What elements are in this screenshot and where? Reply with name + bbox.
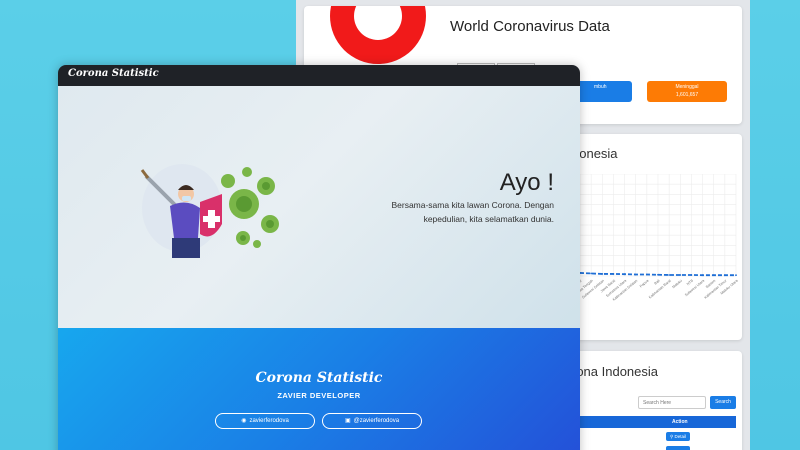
footer-subtitle: ZAVIER DEVELOPER	[277, 391, 361, 400]
x-tick-label: NTB	[686, 278, 695, 286]
hero-illustration	[140, 164, 279, 258]
x-tick-label: Maluku	[671, 279, 682, 290]
virus-icon	[221, 167, 279, 248]
data-point	[645, 273, 648, 276]
data-point	[623, 273, 626, 276]
deaths-label: Meninggal	[675, 84, 699, 90]
hero-title: Ayo !	[499, 169, 554, 196]
data-point	[679, 274, 682, 276]
instagram-link[interactable]: ▣ @zavierferodova	[322, 413, 422, 429]
detail-button[interactable]	[666, 446, 690, 450]
search-input[interactable]: Search Here	[638, 396, 706, 409]
search-icon: ⚲	[669, 434, 674, 439]
data-point	[723, 274, 726, 277]
search-button[interactable]: Search	[710, 396, 736, 409]
github-icon: ◉	[241, 418, 247, 424]
hero-line-1: Bersama-sama kita lawan Corona. Dengan	[391, 200, 554, 210]
data-point	[590, 272, 593, 275]
footer-brand: Corona Statistic	[255, 370, 383, 386]
data-point	[601, 273, 604, 275]
world-donut-chart	[330, 6, 426, 64]
instagram-icon: ▣	[344, 418, 351, 424]
x-tick-label: Papua	[639, 279, 650, 289]
instagram-label: @zavierferodova	[353, 418, 400, 424]
data-point	[668, 274, 671, 276]
action-header: Action	[672, 419, 688, 425]
data-point	[701, 274, 704, 277]
data-point	[690, 274, 693, 276]
footer: Corona Statistic ZAVIER DEVELOPER ◉ zavie…	[58, 328, 580, 450]
hero-section: Ayo ! Bersama-sama kita lawan Corona. De…	[58, 86, 580, 328]
deaths-stat-button[interactable]: Meninggal 1,601,657	[647, 81, 727, 102]
navbar-brand[interactable]: Corona Statistic	[68, 68, 159, 79]
deaths-value: 1,601,657	[675, 91, 699, 98]
world-data-title: World Coronavirus Data	[450, 18, 610, 35]
hero-description: Bersama-sama kita lawan Corona. Dengan k…	[364, 198, 554, 226]
detail-button[interactable]: ⚲ Detail	[666, 432, 690, 441]
table-card-title: rona Indonesia	[572, 364, 659, 379]
data-point	[712, 274, 715, 277]
navbar: Corona Statistic	[58, 65, 580, 86]
data-point	[634, 273, 637, 276]
data-point	[735, 274, 737, 277]
x-tick-label: Bali	[653, 279, 660, 286]
detail-label: Detail	[674, 434, 687, 439]
github-link[interactable]: ◉ zavierferodova	[215, 413, 315, 429]
github-label: zavierferodova	[249, 418, 289, 424]
data-point	[612, 273, 615, 275]
main-window: Corona Statistic Ayo ! Bersama-sama kita…	[58, 65, 580, 450]
data-point	[657, 273, 659, 276]
hero-line-2: kepedulian, kita selamatkan dunia.	[423, 214, 554, 224]
table-header: Action	[572, 416, 736, 428]
